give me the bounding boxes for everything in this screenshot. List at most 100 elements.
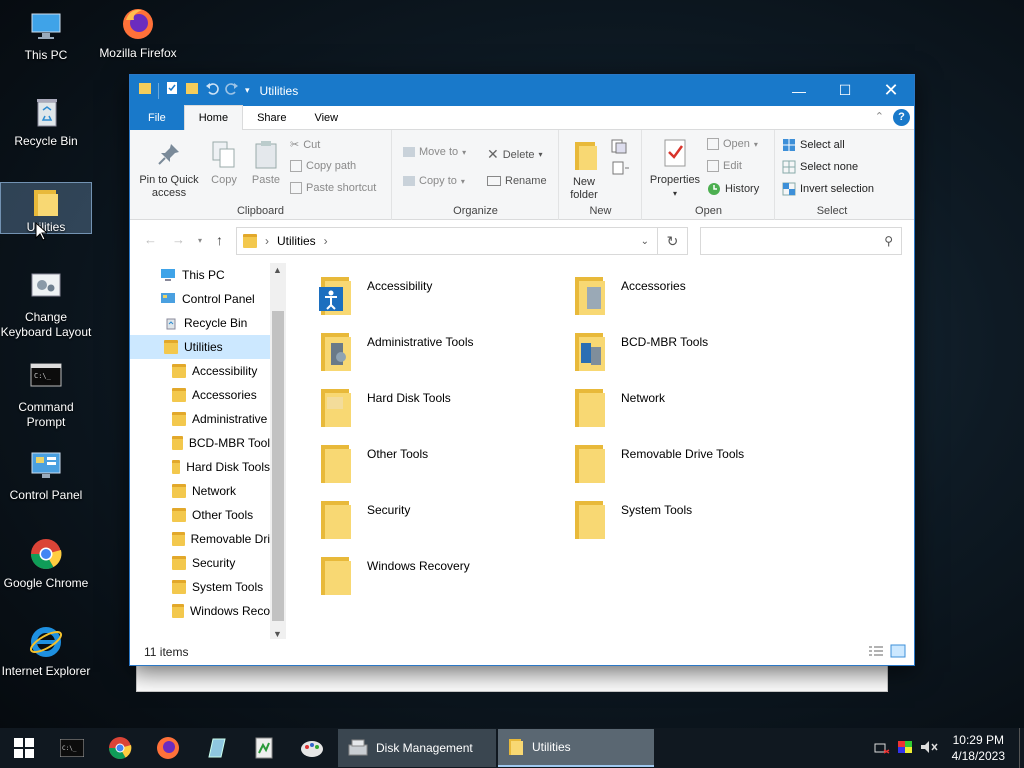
close-button[interactable]: ✕ bbox=[868, 75, 914, 106]
delete-button[interactable]: ✕ Delete ▾ bbox=[487, 146, 543, 163]
nav-item-security[interactable]: Security bbox=[172, 551, 270, 575]
copy-button[interactable]: Copy bbox=[206, 140, 242, 187]
tab-file[interactable]: File bbox=[130, 105, 184, 130]
nav-item-bcd-mbr[interactable]: BCD-MBR Tool bbox=[172, 431, 270, 455]
scroll-down-icon[interactable]: ▼ bbox=[273, 629, 282, 639]
history-button[interactable]: History bbox=[707, 182, 759, 196]
taskbar-app-glass[interactable] bbox=[192, 728, 240, 768]
nav-label: Network bbox=[192, 484, 237, 498]
taskbar-firefox[interactable] bbox=[144, 728, 192, 768]
move-to-button[interactable]: Move to ▾ bbox=[403, 146, 466, 158]
back-arrow-icon[interactable]: ← bbox=[144, 232, 157, 247]
select-none-button[interactable]: Select none bbox=[782, 160, 858, 174]
new-item-button[interactable] bbox=[610, 138, 632, 154]
nav-item-utilities[interactable]: Utilities bbox=[130, 335, 270, 359]
cut-button[interactable]: ✂ Cut bbox=[290, 138, 320, 152]
volume-muted-icon[interactable] bbox=[920, 740, 938, 757]
customize-toolbar-icon[interactable]: ▾ bbox=[245, 85, 250, 96]
redo-icon[interactable] bbox=[225, 81, 239, 100]
show-desktop-button[interactable] bbox=[1019, 728, 1024, 768]
desktop-icon-command-prompt[interactable]: C:\_ Command Prompt bbox=[0, 360, 92, 430]
taskbar-command-prompt[interactable]: C:\_ bbox=[48, 728, 96, 768]
easy-access-button[interactable] bbox=[610, 160, 632, 176]
desktop-icon-this-pc[interactable]: This PC bbox=[0, 8, 92, 63]
new-folder-button[interactable]: New folder bbox=[564, 140, 604, 202]
nav-item-other-tools[interactable]: Other Tools bbox=[172, 503, 270, 527]
up-arrow-icon[interactable]: ↑ bbox=[216, 232, 223, 248]
pin-quick-access-button[interactable]: Pin to Quick access bbox=[136, 142, 202, 200]
copy-to-button[interactable]: Copy to ▾ bbox=[403, 175, 465, 187]
folder-item-removable-drive-tools[interactable]: Removable Drive Tools bbox=[569, 441, 744, 485]
nav-item-accessibility[interactable]: Accessibility bbox=[172, 359, 270, 383]
copy-path-button[interactable]: Copy path bbox=[290, 160, 356, 172]
recent-locations-icon[interactable]: ▾ bbox=[198, 236, 202, 245]
properties-quick-icon[interactable] bbox=[165, 81, 179, 100]
navigation-scrollbar[interactable]: ▲ ▼ bbox=[270, 263, 286, 641]
nav-item-accessories[interactable]: Accessories bbox=[172, 383, 270, 407]
taskbar-app-paint[interactable] bbox=[288, 728, 336, 768]
large-icons-view-icon[interactable] bbox=[890, 644, 906, 661]
folder-item-security[interactable]: Security bbox=[315, 497, 410, 541]
folder-icon bbox=[28, 186, 64, 222]
desktop-icon-internet-explorer[interactable]: Internet Explorer bbox=[0, 624, 92, 679]
collapse-ribbon-icon[interactable]: ⌃ bbox=[875, 110, 884, 123]
address-bar[interactable]: › Utilities › ⌄ bbox=[236, 227, 658, 255]
taskbar-app-notepad[interactable] bbox=[240, 728, 288, 768]
rename-button[interactable]: Rename bbox=[487, 175, 547, 187]
address-dropdown-icon[interactable]: ⌄ bbox=[641, 236, 649, 247]
nav-item-control-panel[interactable]: Control Panel bbox=[160, 287, 255, 311]
nav-item-windows-recovery[interactable]: Windows Reco bbox=[172, 599, 270, 623]
scroll-up-icon[interactable]: ▲ bbox=[273, 265, 282, 275]
desktop-icon-recycle-bin[interactable]: Recycle Bin bbox=[0, 94, 92, 149]
search-input[interactable]: ⚲ bbox=[700, 227, 902, 255]
details-view-icon[interactable] bbox=[868, 645, 884, 660]
tab-home[interactable]: Home bbox=[183, 105, 244, 130]
folder-item-system-tools[interactable]: System Tools bbox=[569, 497, 692, 541]
desktop-icon-keyboard-layout[interactable]: Change Keyboard Layout bbox=[0, 270, 92, 340]
invert-selection-button[interactable]: Invert selection bbox=[782, 182, 874, 196]
open-button[interactable]: Open ▾ bbox=[707, 138, 758, 150]
select-all-button[interactable]: Select all bbox=[782, 138, 845, 152]
folder-item-other-tools[interactable]: Other Tools bbox=[315, 441, 428, 485]
scrollbar-thumb[interactable] bbox=[272, 311, 284, 621]
nav-item-network[interactable]: Network bbox=[172, 479, 270, 503]
new-folder-quick-icon[interactable] bbox=[185, 81, 199, 100]
help-icon[interactable]: ? bbox=[893, 109, 910, 126]
folder-item-windows-recovery[interactable]: Windows Recovery bbox=[315, 553, 470, 597]
edit-button[interactable]: Edit bbox=[707, 160, 742, 172]
folder-label: Administrative Tools bbox=[367, 335, 474, 349]
folder-item-administrative-tools[interactable]: Administrative Tools bbox=[315, 329, 474, 373]
breadcrumb-item[interactable]: Utilities bbox=[277, 234, 316, 248]
paste-button[interactable]: Paste bbox=[248, 140, 284, 187]
taskbar-chrome[interactable] bbox=[96, 728, 144, 768]
refresh-button[interactable]: ↻ bbox=[658, 227, 688, 255]
start-button[interactable] bbox=[0, 728, 48, 768]
network-icon[interactable] bbox=[874, 740, 890, 757]
folder-item-hard-disk-tools[interactable]: Hard Disk Tools bbox=[315, 385, 451, 429]
tab-share[interactable]: Share bbox=[243, 106, 300, 130]
minimize-button[interactable]: — bbox=[776, 75, 822, 106]
nav-item-removable-drive[interactable]: Removable Dri bbox=[172, 527, 270, 551]
taskbar-disk-management[interactable]: Disk Management bbox=[338, 729, 496, 767]
taskbar-utilities[interactable]: Utilities bbox=[498, 729, 654, 767]
folder-item-network[interactable]: Network bbox=[569, 385, 665, 429]
nav-item-system-tools[interactable]: System Tools bbox=[172, 575, 270, 599]
folder-item-bcd-mbr-tools[interactable]: BCD-MBR Tools bbox=[569, 329, 708, 373]
clock[interactable]: 10:29 PM 4/18/2023 bbox=[952, 732, 1005, 764]
nav-item-this-pc[interactable]: This PC bbox=[160, 263, 225, 287]
display-color-icon[interactable] bbox=[897, 740, 912, 756]
forward-arrow-icon[interactable]: → bbox=[172, 232, 185, 247]
folder-item-accessibility[interactable]: Accessibility bbox=[315, 273, 432, 317]
maximize-button[interactable]: ☐ bbox=[822, 75, 868, 106]
nav-item-recycle-bin[interactable]: Recycle Bin bbox=[164, 311, 247, 335]
desktop-icon-firefox[interactable]: Mozilla Firefox bbox=[92, 6, 184, 61]
tab-view[interactable]: View bbox=[300, 106, 352, 130]
undo-icon[interactable] bbox=[205, 81, 219, 100]
folder-item-accessories[interactable]: Accessories bbox=[569, 273, 686, 317]
properties-button[interactable]: Properties ▾ bbox=[645, 138, 705, 200]
desktop-icon-chrome[interactable]: Google Chrome bbox=[0, 536, 92, 591]
desktop-icon-control-panel[interactable]: Control Panel bbox=[0, 448, 92, 503]
paste-shortcut-button[interactable]: Paste shortcut bbox=[290, 182, 376, 194]
nav-item-administrative[interactable]: Administrative bbox=[172, 407, 270, 431]
nav-item-hard-disk-tools[interactable]: Hard Disk Tools bbox=[172, 455, 270, 479]
